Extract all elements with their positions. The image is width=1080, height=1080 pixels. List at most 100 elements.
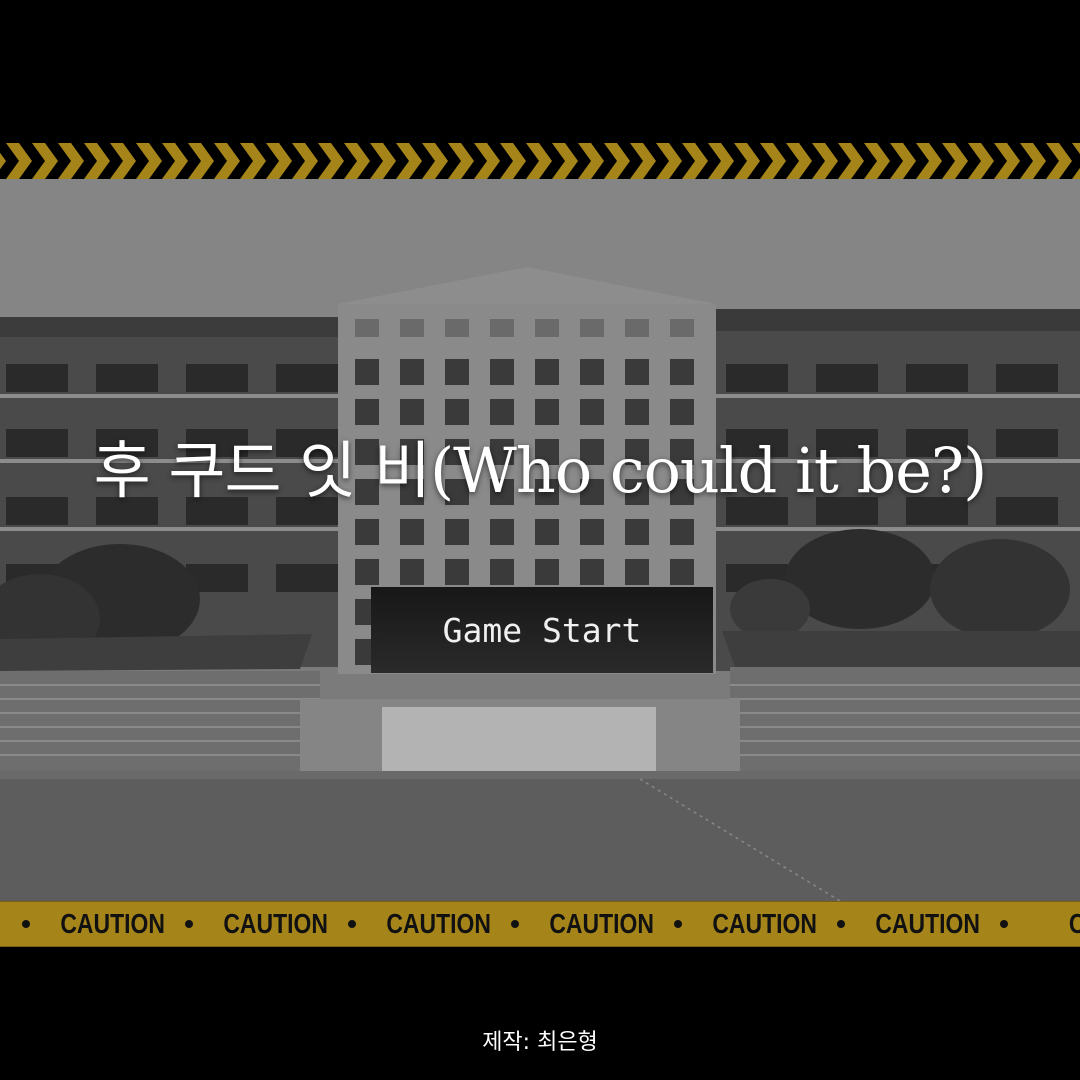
caution-tape-dot bbox=[1000, 920, 1008, 928]
chevron-shape bbox=[968, 143, 994, 179]
tower-window bbox=[670, 359, 694, 385]
tower-window bbox=[670, 319, 694, 337]
tower-window bbox=[625, 559, 649, 585]
building-window bbox=[96, 364, 158, 392]
tower-window bbox=[355, 319, 379, 337]
chevron-shape bbox=[58, 143, 84, 179]
tower-window bbox=[535, 519, 559, 545]
caution-tape-word: CA bbox=[1038, 908, 1080, 940]
tower-window bbox=[355, 359, 379, 385]
stand-step bbox=[730, 754, 1080, 756]
stand-step bbox=[0, 740, 320, 742]
tower-window bbox=[490, 519, 514, 545]
stand-step bbox=[730, 698, 1080, 700]
school-background-image bbox=[0, 179, 1080, 901]
chevron-shape bbox=[6, 143, 32, 179]
chevron-shape bbox=[994, 143, 1020, 179]
game-title: 후 쿠드 잇 비(Who could it be?) bbox=[93, 434, 988, 507]
chevron-shape bbox=[1020, 143, 1046, 179]
stand-step bbox=[730, 726, 1080, 728]
tower-window bbox=[400, 519, 424, 545]
tower-window bbox=[625, 319, 649, 337]
tower-window bbox=[490, 559, 514, 585]
stand-step bbox=[0, 684, 320, 686]
chevron-shape bbox=[422, 143, 448, 179]
building-ledge bbox=[0, 527, 340, 531]
chevron-shape bbox=[890, 143, 916, 179]
chevron-shape bbox=[838, 143, 864, 179]
chevron-shape bbox=[500, 143, 526, 179]
hazard-stripe-top bbox=[0, 143, 1080, 179]
tower-window bbox=[400, 319, 424, 337]
chevron-shape bbox=[1046, 143, 1072, 179]
chevron-shape bbox=[240, 143, 266, 179]
building-window bbox=[186, 364, 248, 392]
chevron-shape bbox=[344, 143, 370, 179]
building-window bbox=[996, 364, 1058, 392]
tower-window bbox=[535, 559, 559, 585]
stand-step bbox=[0, 726, 320, 728]
tower-window bbox=[670, 559, 694, 585]
tower-window bbox=[580, 559, 604, 585]
chevron-shape bbox=[162, 143, 188, 179]
chevron-pattern bbox=[0, 143, 1080, 179]
caution-tape: ON CAUTION CAUTION CAUTION CAUTION CAUTI… bbox=[0, 901, 1080, 947]
chevron-shape bbox=[734, 143, 760, 179]
tower-window bbox=[355, 559, 379, 585]
game-start-button[interactable]: Game Start bbox=[371, 587, 713, 673]
building-window bbox=[816, 364, 878, 392]
building-ledge bbox=[716, 394, 1080, 398]
caution-tape-dot bbox=[674, 920, 682, 928]
chevron-shape bbox=[292, 143, 318, 179]
caution-tape-word: CAUTION bbox=[386, 908, 491, 939]
caution-tape-word: CAUTION bbox=[60, 908, 165, 939]
chevron-shape bbox=[188, 143, 214, 179]
tower-window bbox=[445, 519, 469, 545]
tower-window bbox=[490, 359, 514, 385]
chevron-shape bbox=[916, 143, 942, 179]
building-window bbox=[6, 364, 68, 392]
tower-window bbox=[580, 519, 604, 545]
chevron-shape bbox=[370, 143, 396, 179]
school-building-illustration bbox=[0, 179, 1080, 901]
chevron-shape bbox=[812, 143, 838, 179]
chevron-shape bbox=[526, 143, 552, 179]
caution-tape-dot bbox=[185, 920, 193, 928]
chevron-shape bbox=[708, 143, 734, 179]
chevron-shape bbox=[474, 143, 500, 179]
tower-window bbox=[580, 319, 604, 337]
chevron-shape bbox=[318, 143, 344, 179]
chevron-shape bbox=[942, 143, 968, 179]
building-ledge bbox=[0, 394, 340, 398]
stand-step bbox=[0, 712, 320, 714]
chevron-shape bbox=[578, 143, 604, 179]
chevron-shape bbox=[760, 143, 786, 179]
tower-window bbox=[445, 559, 469, 585]
tower-window bbox=[580, 359, 604, 385]
building-ledge bbox=[716, 527, 1080, 531]
caution-tape-word: CAUTION bbox=[875, 908, 980, 939]
tower-window bbox=[535, 359, 559, 385]
building-window bbox=[276, 564, 338, 592]
stand-step bbox=[730, 712, 1080, 714]
building-window bbox=[726, 364, 788, 392]
tower-window bbox=[535, 319, 559, 337]
tower-window bbox=[400, 559, 424, 585]
chevron-shape bbox=[1072, 143, 1080, 179]
chevron-shape bbox=[84, 143, 110, 179]
building-window bbox=[276, 364, 338, 392]
chevron-shape bbox=[0, 152, 6, 170]
caution-tape-word: CAUTION bbox=[223, 908, 328, 939]
chevron-shape bbox=[604, 143, 630, 179]
caution-tape-dot bbox=[511, 920, 519, 928]
caution-tape-dot bbox=[22, 920, 30, 928]
caution-tape-dot bbox=[348, 920, 356, 928]
chevron-shape bbox=[214, 143, 240, 179]
tower-window bbox=[625, 519, 649, 545]
chevron-shape bbox=[630, 143, 656, 179]
credit-text: 제작: 최은형 bbox=[482, 1030, 598, 1055]
chevron-shape bbox=[448, 143, 474, 179]
tower-window bbox=[400, 359, 424, 385]
chevron-shape bbox=[396, 143, 422, 179]
chevron-shape bbox=[552, 143, 578, 179]
